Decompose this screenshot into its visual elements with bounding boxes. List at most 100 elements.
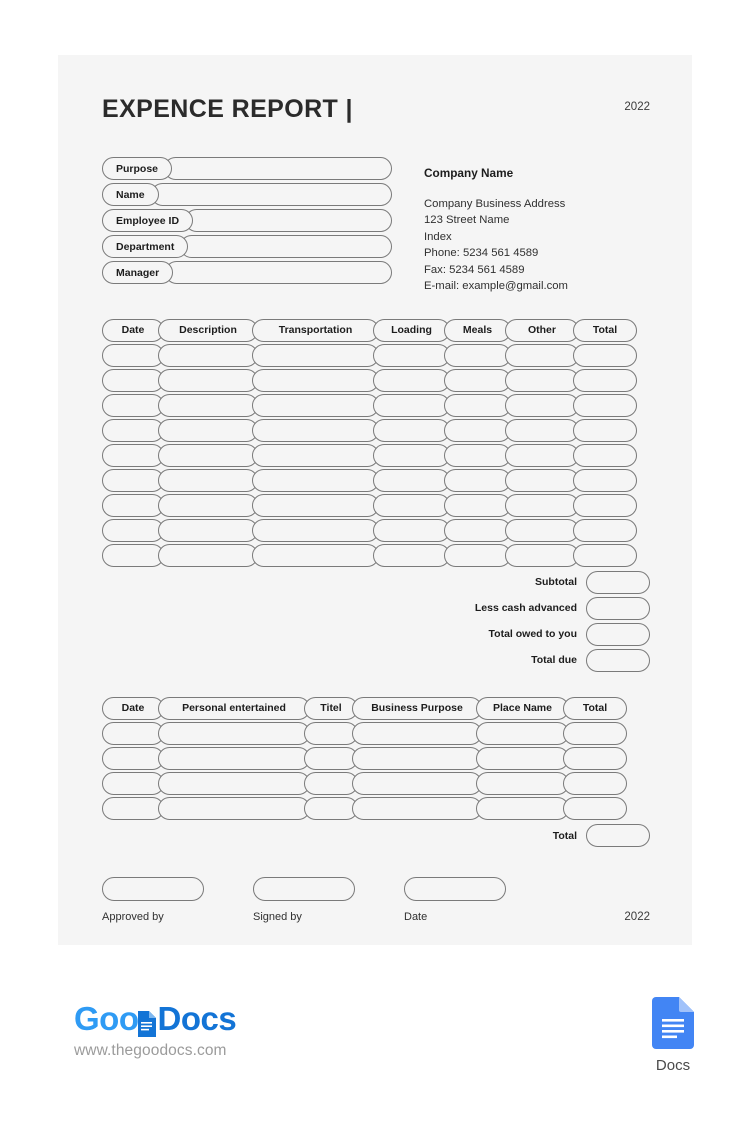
entertainment-cell-total[interactable]: [563, 746, 627, 770]
entertainment-cell-date[interactable]: [102, 796, 164, 820]
expense-cell-other[interactable]: [505, 443, 579, 467]
brand-url[interactable]: www.thegoodocs.com: [74, 1042, 236, 1060]
expense-cell-total[interactable]: [573, 393, 637, 417]
expense-cell-loading[interactable]: [373, 368, 450, 392]
expense-cell-loading[interactable]: [373, 418, 450, 442]
google-docs-badge[interactable]: Docs: [643, 997, 703, 1074]
expense-cell-other[interactable]: [505, 518, 579, 542]
expense-cell-other[interactable]: [505, 368, 579, 392]
entertainment-cell-business-purpose[interactable]: [352, 746, 482, 770]
expense-cell-loading[interactable]: [373, 393, 450, 417]
entertainment-cell-date[interactable]: [102, 746, 164, 770]
expense-cell-loading[interactable]: [373, 443, 450, 467]
expense-cell-date[interactable]: [102, 393, 164, 417]
entertainment-cell-total[interactable]: [563, 771, 627, 795]
entertainment-cell-date[interactable]: [102, 771, 164, 795]
expense-cell-transportation[interactable]: [252, 518, 379, 542]
entertainment-cell-place-name[interactable]: [476, 771, 569, 795]
entertainment-cell-titel[interactable]: [304, 796, 358, 820]
totals-input-subtotal[interactable]: [586, 570, 650, 594]
entertainment-cell-place-name[interactable]: [476, 746, 569, 770]
expense-cell-description[interactable]: [158, 343, 258, 367]
entertainment-cell-titel[interactable]: [304, 721, 358, 745]
expense-cell-total[interactable]: [573, 493, 637, 517]
expense-cell-date[interactable]: [102, 543, 164, 567]
expense-cell-meals[interactable]: [444, 418, 511, 442]
expense-cell-meals[interactable]: [444, 393, 511, 417]
entertainment-cell-business-purpose[interactable]: [352, 796, 482, 820]
expense-cell-other[interactable]: [505, 393, 579, 417]
expense-cell-loading[interactable]: [373, 518, 450, 542]
expense-cell-description[interactable]: [158, 443, 258, 467]
expense-cell-other[interactable]: [505, 418, 579, 442]
expense-cell-transportation[interactable]: [252, 468, 379, 492]
expense-cell-date[interactable]: [102, 368, 164, 392]
expense-cell-meals[interactable]: [444, 518, 511, 542]
expense-cell-description[interactable]: [158, 393, 258, 417]
expense-cell-date[interactable]: [102, 468, 164, 492]
entertainment-cell-titel[interactable]: [304, 771, 358, 795]
entertainment-cell-titel[interactable]: [304, 746, 358, 770]
signature-input-signed-by[interactable]: [253, 876, 355, 901]
form-input-manager[interactable]: [165, 261, 392, 284]
entertainment-cell-total[interactable]: [563, 721, 627, 745]
expense-cell-loading[interactable]: [373, 543, 450, 567]
entertainment-cell-place-name[interactable]: [476, 721, 569, 745]
expense-cell-date[interactable]: [102, 493, 164, 517]
expense-cell-total[interactable]: [573, 543, 637, 567]
expense-cell-description[interactable]: [158, 543, 258, 567]
goodocs-logo[interactable]: Goo Docs www.thegoodocs.com: [74, 1000, 237, 1060]
expense-cell-transportation[interactable]: [252, 543, 379, 567]
expense-cell-date[interactable]: [102, 418, 164, 442]
entertainment-total-input[interactable]: [586, 824, 650, 847]
form-input-purpose[interactable]: [164, 157, 392, 180]
totals-input-total-due[interactable]: [586, 648, 650, 672]
expense-cell-transportation[interactable]: [252, 418, 379, 442]
expense-cell-date[interactable]: [102, 343, 164, 367]
form-input-department[interactable]: [180, 235, 392, 258]
expense-cell-description[interactable]: [158, 518, 258, 542]
entertainment-cell-personal-entertained[interactable]: [158, 721, 310, 745]
expense-cell-total[interactable]: [573, 518, 637, 542]
expense-cell-total[interactable]: [573, 418, 637, 442]
expense-cell-transportation[interactable]: [252, 368, 379, 392]
entertainment-cell-business-purpose[interactable]: [352, 771, 482, 795]
expense-cell-meals[interactable]: [444, 543, 511, 567]
expense-cell-total[interactable]: [573, 443, 637, 467]
expense-cell-transportation[interactable]: [252, 393, 379, 417]
entertainment-cell-business-purpose[interactable]: [352, 721, 482, 745]
expense-cell-transportation[interactable]: [252, 343, 379, 367]
expense-cell-other[interactable]: [505, 493, 579, 517]
entertainment-cell-date[interactable]: [102, 721, 164, 745]
expense-cell-meals[interactable]: [444, 493, 511, 517]
totals-input-less-cash-advanced[interactable]: [586, 596, 650, 620]
entertainment-cell-personal-entertained[interactable]: [158, 796, 310, 820]
expense-cell-description[interactable]: [158, 493, 258, 517]
signature-input-date[interactable]: [404, 876, 506, 901]
expense-cell-meals[interactable]: [444, 468, 511, 492]
expense-cell-date[interactable]: [102, 443, 164, 467]
form-input-employee-id[interactable]: [185, 209, 392, 232]
expense-cell-other[interactable]: [505, 343, 579, 367]
expense-cell-transportation[interactable]: [252, 493, 379, 517]
expense-cell-total[interactable]: [573, 343, 637, 367]
expense-cell-date[interactable]: [102, 518, 164, 542]
expense-cell-loading[interactable]: [373, 468, 450, 492]
expense-cell-loading[interactable]: [373, 493, 450, 517]
expense-cell-meals[interactable]: [444, 343, 511, 367]
signature-input-approved-by[interactable]: [102, 876, 204, 901]
entertainment-cell-personal-entertained[interactable]: [158, 746, 310, 770]
expense-cell-meals[interactable]: [444, 443, 511, 467]
expense-cell-description[interactable]: [158, 468, 258, 492]
expense-cell-other[interactable]: [505, 543, 579, 567]
expense-cell-total[interactable]: [573, 368, 637, 392]
expense-cell-loading[interactable]: [373, 343, 450, 367]
expense-cell-description[interactable]: [158, 418, 258, 442]
form-input-name[interactable]: [150, 183, 392, 206]
expense-cell-other[interactable]: [505, 468, 579, 492]
entertainment-cell-total[interactable]: [563, 796, 627, 820]
entertainment-cell-place-name[interactable]: [476, 796, 569, 820]
entertainment-cell-personal-entertained[interactable]: [158, 771, 310, 795]
expense-cell-description[interactable]: [158, 368, 258, 392]
totals-input-total-owed-to-you[interactable]: [586, 622, 650, 646]
